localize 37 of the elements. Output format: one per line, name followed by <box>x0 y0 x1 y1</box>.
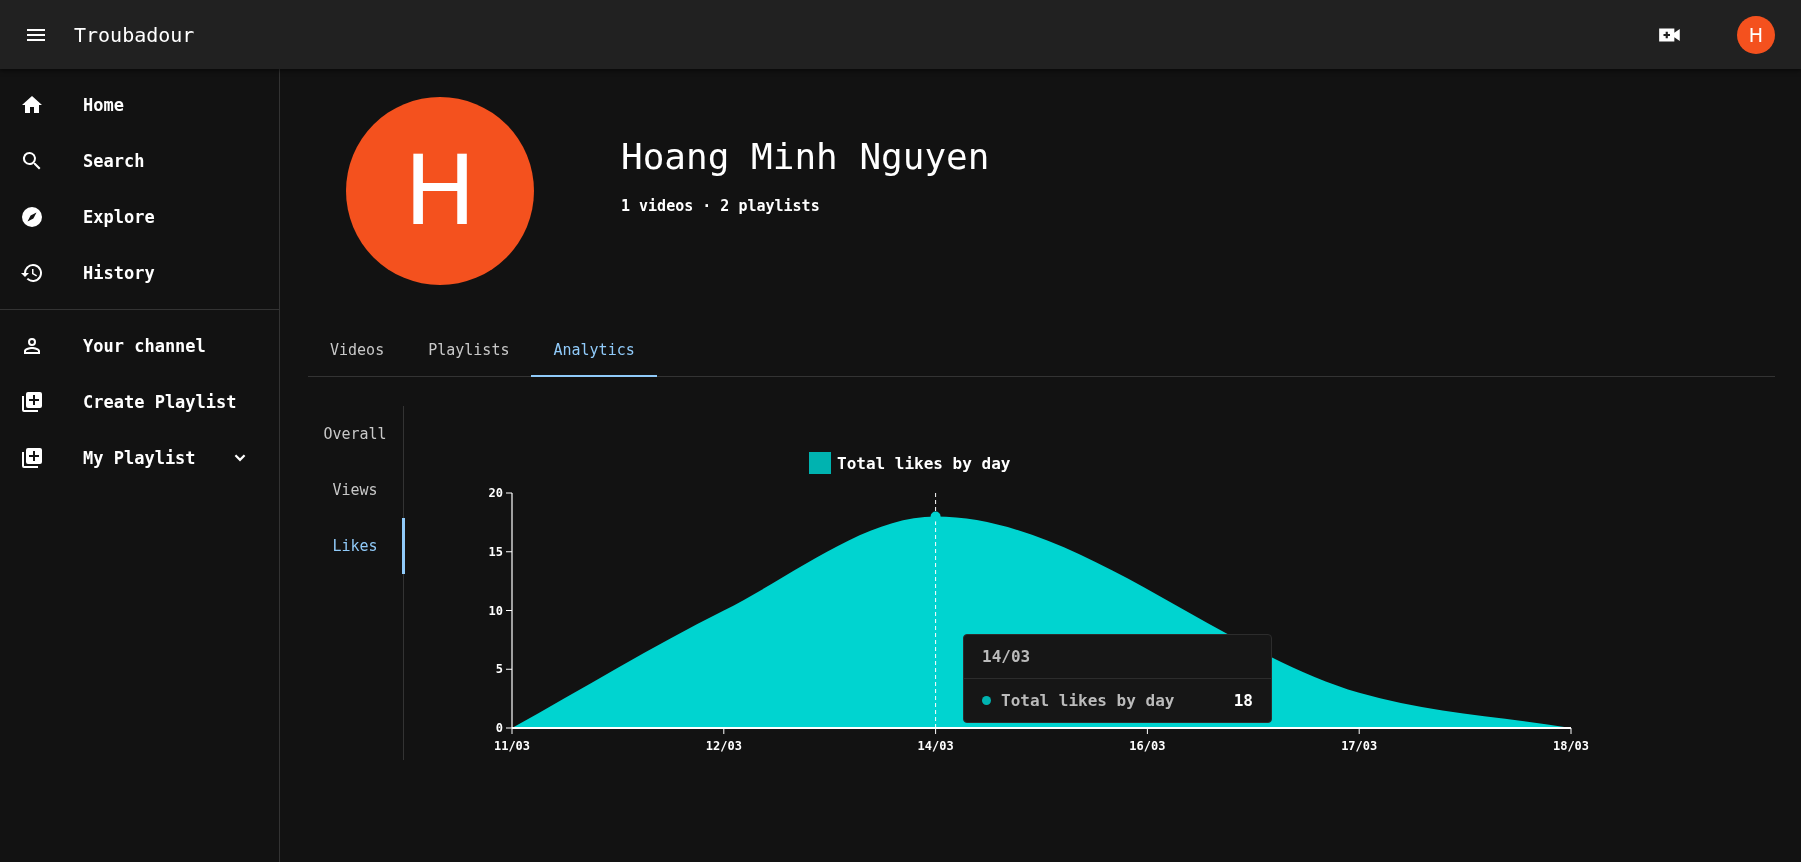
x-tick-label: 18/03 <box>1552 739 1590 753</box>
tooltip-title: 14/03 <box>964 635 1271 679</box>
y-tick-label: 20 <box>488 486 503 500</box>
sidebar-item[interactable]: Explore <box>0 189 279 245</box>
legend-label: Total likes by day <box>837 453 1011 473</box>
sidebar-item[interactable]: Search <box>0 133 279 189</box>
tooltip-label: Total likes by day <box>1001 691 1176 710</box>
channel-name: Hoang Minh Nguyen <box>621 135 990 177</box>
sidebar-item[interactable]: History <box>0 245 279 301</box>
metric-tab[interactable]: Views <box>308 462 405 518</box>
metric-tab[interactable]: Likes <box>308 518 405 574</box>
tab[interactable]: Videos <box>308 325 407 377</box>
x-tick-label: 12/03 <box>705 739 742 753</box>
x-tick-label: 16/03 <box>1129 739 1166 753</box>
tab[interactable]: Playlists <box>406 325 532 377</box>
metric-tab[interactable]: Overall <box>308 406 405 462</box>
legend-swatch <box>809 452 831 474</box>
compass-icon <box>20 205 44 229</box>
tab[interactable]: Analytics <box>531 325 657 377</box>
y-tick-label: 15 <box>488 544 503 559</box>
app-title: Troubadour <box>74 22 195 47</box>
channel-stats: 1 videos · 2 playlists <box>621 196 821 215</box>
y-tick-label: 5 <box>495 662 503 677</box>
x-tick-label: 14/03 <box>917 739 954 753</box>
sidebar-item[interactable]: Home <box>0 77 279 133</box>
x-tick-label: 17/03 <box>1341 739 1378 753</box>
y-tick-label: 0 <box>495 721 503 735</box>
channel-avatar: H <box>346 97 534 285</box>
history-icon <box>20 261 44 285</box>
add-playlist-icon <box>20 390 44 414</box>
add-playlist-icon <box>20 446 44 470</box>
x-tick-label: 11/03 <box>493 739 531 753</box>
sidebar-item[interactable]: Create Playlist <box>0 374 279 430</box>
tooltip-value: 18 <box>1233 691 1253 710</box>
sidebar-item[interactable]: My Playlist <box>0 430 279 486</box>
sidebar-item[interactable]: Your channel <box>0 318 279 374</box>
y-tick-label: 10 <box>488 603 503 618</box>
